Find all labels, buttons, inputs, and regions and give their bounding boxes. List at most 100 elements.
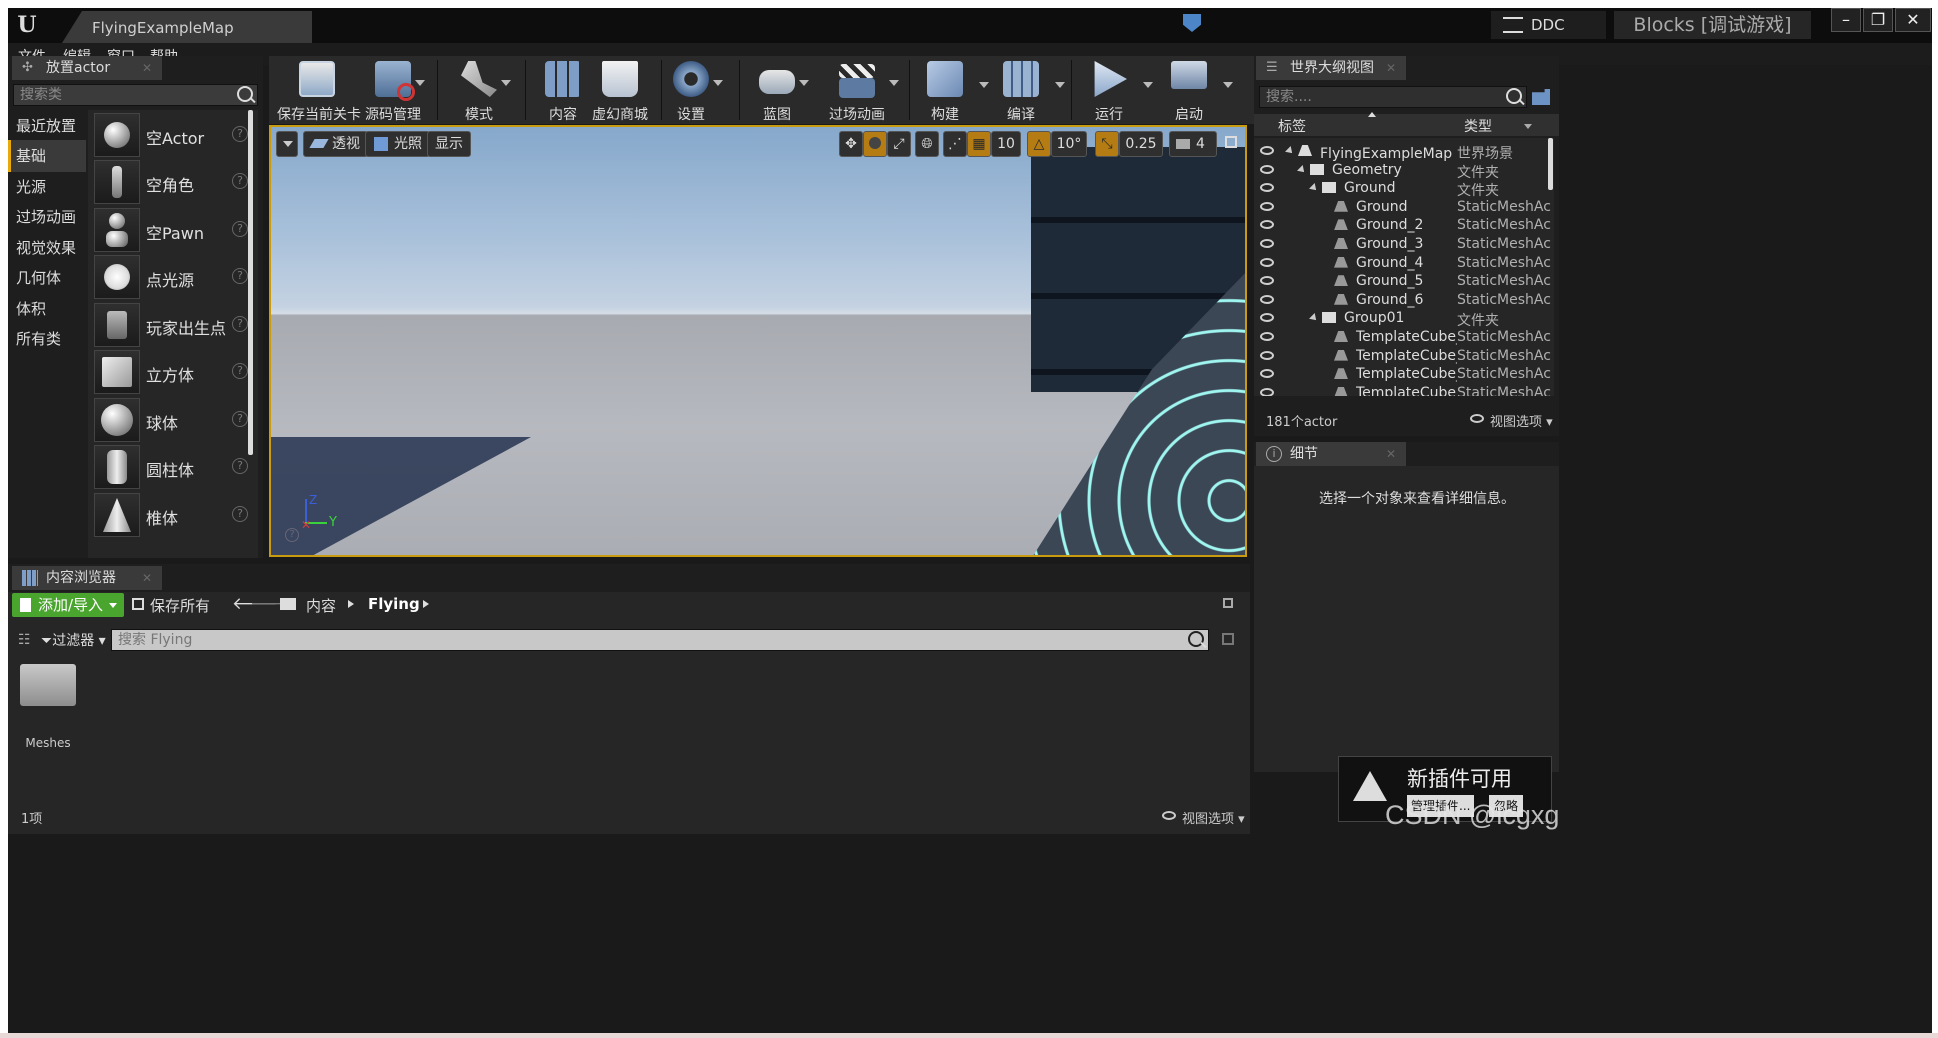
dropdown-arrow-icon[interactable] [1055,82,1065,88]
build-button[interactable]: 构建 [915,56,975,124]
details-tab[interactable]: i 细节 ✕ [1256,442,1406,466]
compile-button[interactable]: 编译 [991,56,1051,124]
actor-item-cylinder[interactable]: 圆柱体? [94,442,254,492]
restore-button[interactable]: ❐ [1863,8,1893,32]
place-actor-tab[interactable]: ✣ 放置actor ✕ [12,56,162,80]
visibility-eye-icon[interactable] [1260,201,1274,211]
visibility-eye-icon[interactable] [1260,257,1274,267]
category-cinematic[interactable]: 过场动画 [8,201,86,233]
expand-arrow-icon[interactable] [1309,183,1319,194]
marketplace-button[interactable]: 虚幻商城 [585,56,655,124]
lock-icon[interactable] [1223,598,1233,608]
dropdown-arrow-icon[interactable] [1143,82,1153,88]
actor-item-cube[interactable]: 立方体? [94,347,254,397]
actor-item-point-light[interactable]: 点光源? [94,252,254,302]
rotation-snap-value[interactable]: 10° [1051,131,1087,157]
category-visual-effects[interactable]: 视觉效果 [8,232,86,264]
grid-snap-toggle[interactable]: ▦ [967,131,991,157]
modes-button[interactable]: 模式 [449,56,511,124]
grid-snap-value[interactable]: 10 [991,131,1021,157]
chevron-down-icon[interactable] [1524,124,1532,129]
category-lights[interactable]: 光源 [8,171,86,203]
viewport-options-button[interactable] [276,131,298,157]
help-icon[interactable]: ? [232,363,248,379]
visibility-eye-icon[interactable] [1260,183,1274,193]
surface-snap-button[interactable]: ⋰ [943,131,967,157]
minimize-button[interactable]: – [1831,8,1861,32]
outliner-row[interactable]: Ground_3 StaticMeshAc [1254,235,1554,254]
outliner-row[interactable]: Ground_4 StaticMeshAc [1254,254,1554,273]
scale-tool-button[interactable]: ⤢ [887,131,911,157]
close-tab-icon[interactable]: ✕ [142,56,152,80]
source-control-button[interactable]: 源码管理 [363,56,425,124]
visibility-eye-icon[interactable] [1260,294,1274,304]
visibility-eye-icon[interactable] [1260,313,1274,323]
outliner-row[interactable]: Ground 文件夹 [1254,179,1554,199]
scale-snap-value[interactable]: 0.25 [1119,131,1163,157]
filters-button[interactable]: ⏷过滤器 ▾ [41,630,106,650]
outliner-row[interactable]: Ground StaticMeshAc [1254,198,1554,217]
visibility-eye-icon[interactable] [1260,276,1274,286]
play-button[interactable]: 运行 [1079,56,1139,124]
actor-item-sphere[interactable]: 球体? [94,395,254,445]
close-button[interactable]: ✕ [1895,8,1931,32]
column-type-header[interactable]: 类型 [1464,116,1492,136]
content-browser-tab[interactable]: 内容浏览器 ✕ [12,566,162,590]
dropdown-arrow-icon[interactable] [415,80,425,86]
add-actor-icon[interactable] [1532,89,1550,105]
breadcrumb-separator-icon[interactable] [423,600,429,608]
visibility-eye-icon[interactable] [1260,332,1274,341]
launch-button[interactable]: 启动 [1159,56,1219,124]
actor-item-empty-pawn[interactable]: 空Pawn? [94,205,254,255]
content-view-options-button[interactable]: 视图选项 ▾ [1160,808,1245,827]
expand-arrow-icon[interactable] [1297,164,1307,175]
dropdown-arrow-icon[interactable] [889,80,899,86]
visibility-eye-icon[interactable] [1260,369,1274,379]
blueprints-button[interactable]: 蓝图 [747,56,809,124]
outliner-row[interactable]: Group01 文件夹 [1254,309,1554,329]
level-viewport[interactable]: 透视 光照 显示 ✥ ⤢ 🌐︎ ⋰ ▦ 10 △ 10° ⤡ 0.25 4 ✕ … [269,125,1247,557]
search-classes-input[interactable]: 搜索类 [13,84,258,106]
folder-item-meshes[interactable]: Meshes [16,660,80,750]
content-search-input[interactable]: 搜索 Flying [111,629,1209,651]
category-all-classes[interactable]: 所有类 [8,323,86,355]
ddc-button[interactable]: DDC [1491,11,1606,39]
dropdown-arrow-icon[interactable] [799,80,809,86]
cinematics-button[interactable]: 过场动画 [817,56,899,124]
help-icon[interactable]: ? [232,458,248,474]
rotation-snap-toggle[interactable]: △ [1027,131,1051,157]
help-icon[interactable]: ? [232,221,248,237]
translate-tool-button[interactable]: ✥ [839,131,863,157]
outliner-row[interactable]: TemplateCube_RouStaticMeshAc [1254,365,1554,384]
outliner-row[interactable]: TemplateCube_RouStaticMeshAc [1254,347,1554,366]
rotate-tool-button[interactable] [863,131,887,157]
realtime-help-icon[interactable]: ? [285,528,299,542]
save-search-icon[interactable] [1222,633,1234,645]
help-icon[interactable]: ? [232,506,248,522]
actor-item-player-start[interactable]: 玩家出生点? [94,300,254,350]
help-icon[interactable]: ? [232,268,248,284]
breadcrumb-separator-icon[interactable] [348,600,354,608]
perspective-button[interactable]: 透视 [303,131,368,157]
visibility-eye-icon[interactable] [1260,239,1274,248]
world-local-button[interactable]: 🌐︎ [915,131,939,157]
close-tab-icon[interactable]: ✕ [1386,442,1396,466]
settings-button[interactable]: 设置 [661,56,723,124]
dropdown-arrow-icon[interactable] [979,82,989,88]
outliner-row[interactable]: FlyingExampleMap（编辑世界场景 [1254,142,1554,162]
save-level-button[interactable]: 保存当前关卡 [277,56,361,124]
outliner-row[interactable]: TemplateCube_RouStaticMeshAc [1254,328,1554,347]
outliner-search-input[interactable]: 搜索.... [1259,86,1527,108]
outliner-row[interactable]: Ground_6 StaticMeshAc [1254,291,1554,310]
breadcrumb-content[interactable]: 内容 [306,595,336,616]
visibility-eye-icon[interactable] [1260,220,1274,230]
dropdown-arrow-icon[interactable] [713,80,723,86]
dropdown-arrow-icon[interactable] [501,80,511,86]
outliner-row[interactable]: Ground_5 StaticMeshAc [1254,272,1554,291]
outliner-row[interactable]: Ground_2 StaticMeshAc [1254,216,1554,235]
world-outliner-tab[interactable]: ☰ 世界大纲视图 ✕ [1256,56,1406,80]
column-label-header[interactable]: 标签 [1278,116,1306,136]
breadcrumb-flying[interactable]: Flying [368,595,420,613]
dropdown-arrow-icon[interactable] [1223,82,1233,88]
category-geometry[interactable]: 几何体 [8,262,86,294]
